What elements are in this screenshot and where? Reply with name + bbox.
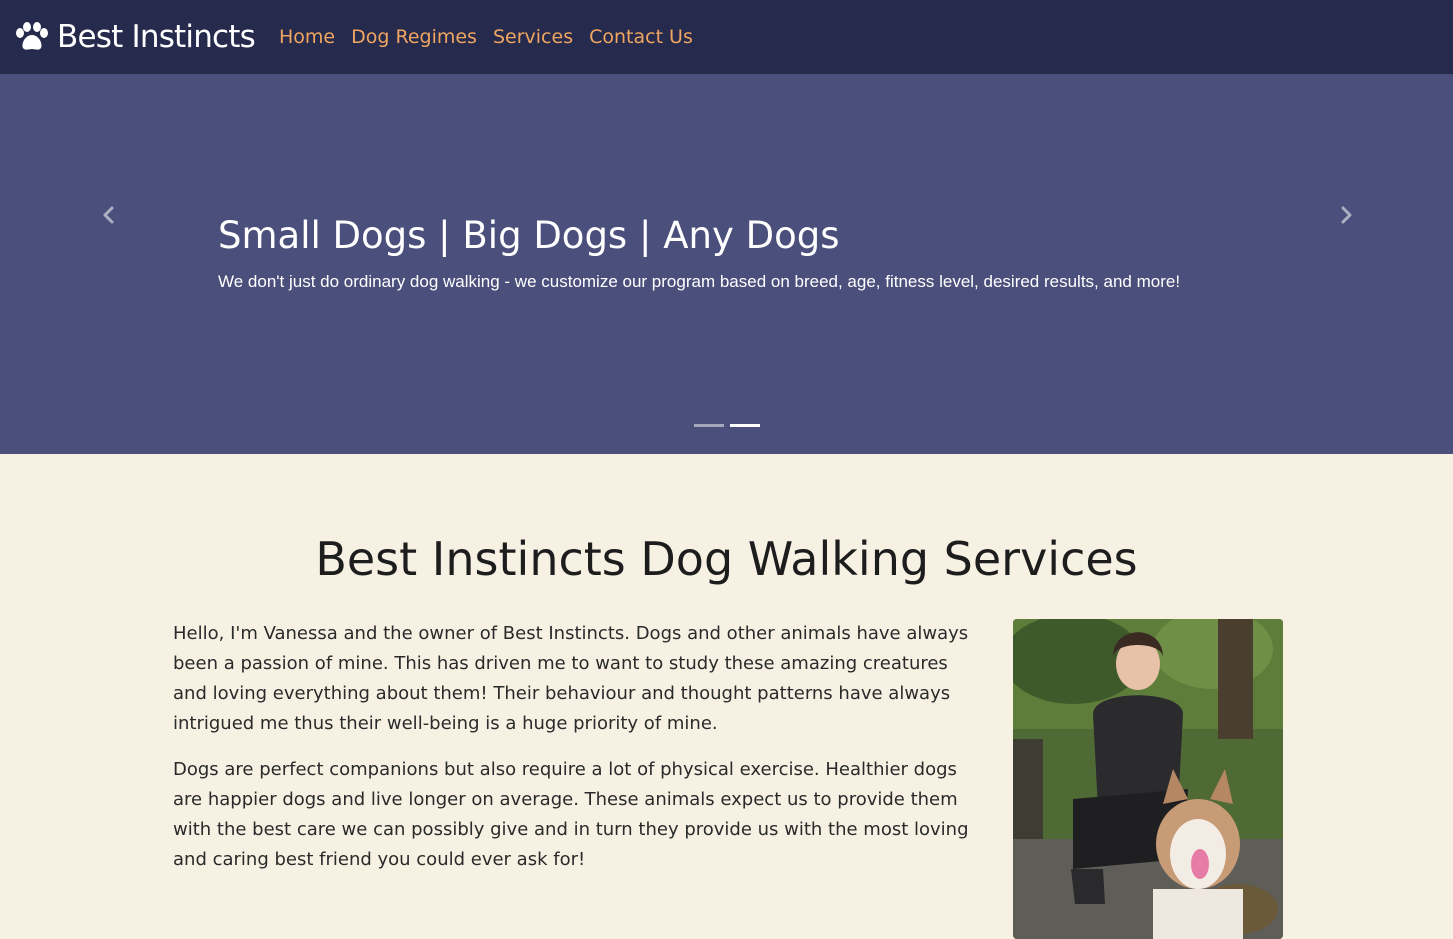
about-text: Hello, I'm Vanessa and the owner of Best… bbox=[173, 619, 985, 891]
carousel-text: We don't just do ordinary dog walking - … bbox=[218, 272, 1181, 292]
brand-name: Best Instincts bbox=[57, 18, 256, 55]
nav-links: Home Dog Regimes Services Contact Us bbox=[279, 26, 709, 48]
carousel-indicators bbox=[694, 424, 766, 427]
owner-with-husky-image bbox=[1013, 619, 1283, 939]
carousel-indicator-1[interactable] bbox=[694, 424, 724, 427]
nav-link-dog-regimes[interactable]: Dog Regimes bbox=[351, 26, 477, 48]
navbar: Best Instincts Home Dog Regimes Services… bbox=[0, 0, 1453, 74]
chevron-right-icon bbox=[1341, 206, 1352, 224]
carousel-next-button[interactable] bbox=[1331, 200, 1361, 230]
carousel-indicator-2[interactable] bbox=[730, 424, 760, 427]
carousel-caption: Small Dogs | Big Dogs | Any Dogs We don'… bbox=[218, 214, 1208, 294]
about-paragraph-1: Hello, I'm Vanessa and the owner of Best… bbox=[173, 623, 969, 734]
nav-link-home[interactable]: Home bbox=[279, 26, 335, 48]
nav-link-services[interactable]: Services bbox=[493, 26, 573, 48]
paw-icon bbox=[16, 22, 48, 50]
carousel-title: Small Dogs | Big Dogs | Any Dogs bbox=[218, 214, 840, 257]
about-paragraph-2: Dogs are perfect companions but also req… bbox=[173, 759, 969, 870]
chevron-left-icon bbox=[103, 206, 114, 224]
page-title: Best Instincts Dog Walking Services bbox=[315, 532, 1138, 586]
owner-photo bbox=[1013, 619, 1283, 939]
nav-link-contact-us[interactable]: Contact Us bbox=[589, 26, 693, 48]
brand-link[interactable]: Best Instincts bbox=[15, 18, 256, 55]
hero-carousel: Small Dogs | Big Dogs | Any Dogs We don'… bbox=[0, 74, 1453, 454]
carousel-prev-button[interactable] bbox=[94, 200, 124, 230]
